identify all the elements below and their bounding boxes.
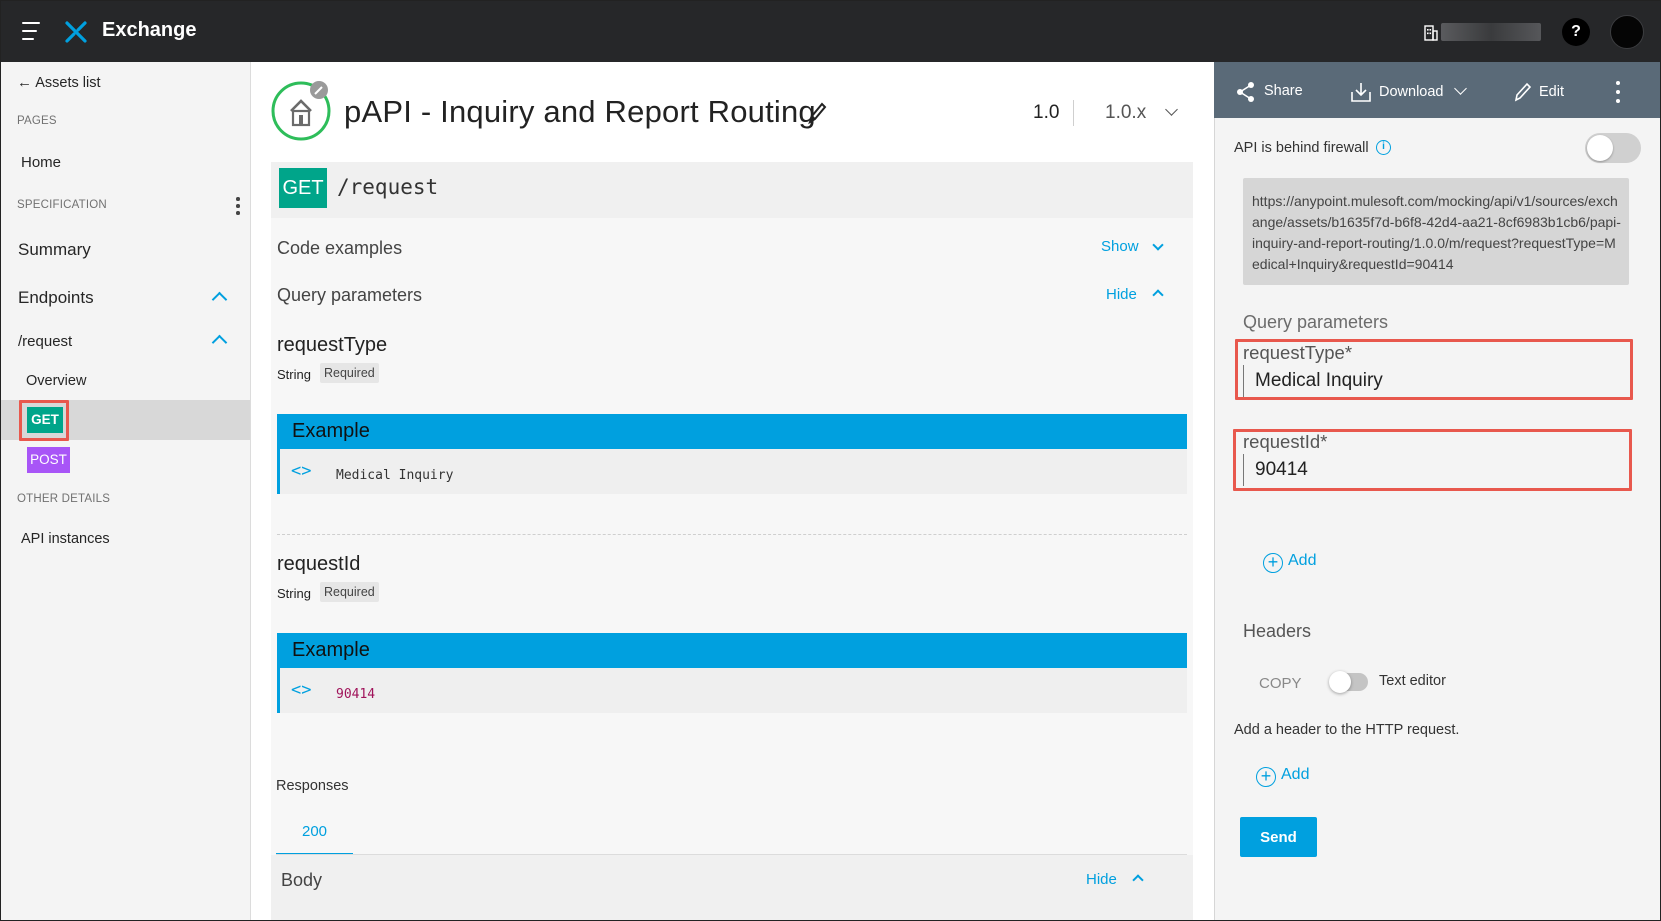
back-to-assets-link[interactable]: ← Assets list xyxy=(17,74,101,91)
share-button[interactable]: Share xyxy=(1264,83,1303,99)
share-icon[interactable] xyxy=(1236,81,1256,103)
get-highlight-box xyxy=(19,400,69,441)
request-url: https://anypoint.mulesoft.com/mocking/ap… xyxy=(1243,178,1629,285)
param-type: String xyxy=(277,367,311,382)
hamburger-menu-icon[interactable] xyxy=(22,22,44,40)
method-badge: GET xyxy=(279,168,327,208)
console-query-parameters-label: Query parameters xyxy=(1243,312,1389,332)
example-body xyxy=(277,668,1187,713)
download-icon[interactable] xyxy=(1350,81,1372,103)
sidebar-item-overview[interactable]: Overview xyxy=(26,373,86,389)
code-icon[interactable]: <> xyxy=(291,461,311,481)
plus-circle-icon: + xyxy=(1256,767,1276,787)
sidebar-item-summary[interactable]: Summary xyxy=(18,240,91,260)
request-id-highlight-box xyxy=(1233,429,1632,491)
required-badge: Required xyxy=(320,363,379,383)
headers-hint-text: Add a header to the HTTP request. xyxy=(1234,722,1460,738)
request-type-highlight-box xyxy=(1235,339,1633,400)
headers-label: Headers xyxy=(1243,621,1312,641)
body-label: Body xyxy=(281,870,323,890)
example-header: Example xyxy=(277,633,1187,668)
top-navigation-bar: Exchange ? xyxy=(1,1,1660,62)
sidebar-post-method-chip[interactable]: POST xyxy=(27,447,70,473)
divider xyxy=(277,534,1187,535)
text-editor-toggle[interactable] xyxy=(1329,671,1368,693)
specification-more-icon[interactable] xyxy=(236,197,240,215)
send-button[interactable]: Send xyxy=(1240,817,1317,857)
version-selector[interactable]: 1.0.x xyxy=(1105,102,1146,124)
param-name: requestId xyxy=(277,553,361,575)
edit-button[interactable]: Edit xyxy=(1539,84,1564,100)
show-code-examples-button[interactable]: Show xyxy=(1101,238,1139,255)
edit-pencil-icon[interactable] xyxy=(1513,81,1533,103)
add-query-parameter-button[interactable]: + Add xyxy=(1263,552,1316,573)
sidebar-item-endpoints[interactable]: Endpoints xyxy=(18,288,94,308)
example-value: 90414 xyxy=(336,687,376,702)
user-avatar[interactable] xyxy=(1610,15,1644,49)
sidebar-item-api-instances[interactable]: API instances xyxy=(21,531,110,547)
asset-title: pAPI - Inquiry and Report Routing xyxy=(344,94,816,129)
organization-icon xyxy=(1424,25,1438,41)
pages-section-title: PAGES xyxy=(17,115,57,127)
specification-section-title: SPECIFICATION xyxy=(17,199,107,211)
param-name: requestType xyxy=(277,334,388,356)
back-link-label: Assets list xyxy=(35,75,101,91)
app-window: Exchange ? ← Assets list PAGES Home SPEC… xyxy=(0,0,1661,921)
sidebar xyxy=(1,62,251,920)
code-examples-label: Code examples xyxy=(277,238,403,258)
version-divider xyxy=(1073,100,1074,126)
firewall-label: API is behind firewall xyxy=(1234,140,1369,156)
endpoint-panel xyxy=(271,162,1193,920)
endpoint-path: /request xyxy=(337,175,439,199)
arrow-left-icon: ← xyxy=(17,74,32,91)
current-version: 1.0 xyxy=(1033,102,1060,123)
copy-headers-button[interactable]: COPY xyxy=(1259,675,1302,692)
example-value: Medical Inquiry xyxy=(336,468,454,483)
help-button[interactable]: ? xyxy=(1562,18,1590,46)
add-label: Add xyxy=(1281,766,1310,783)
plus-circle-icon: + xyxy=(1263,553,1283,573)
add-label: Add xyxy=(1288,552,1317,569)
firewall-toggle[interactable] xyxy=(1585,133,1641,163)
info-icon[interactable]: i xyxy=(1376,140,1391,155)
param-type: String xyxy=(277,586,311,601)
app-title: Exchange xyxy=(102,19,197,41)
sidebar-item-home[interactable]: Home xyxy=(21,154,61,171)
download-button[interactable]: Download xyxy=(1379,84,1444,100)
exchange-logo-icon xyxy=(65,21,87,43)
code-icon[interactable]: <> xyxy=(291,680,311,700)
text-editor-label: Text editor xyxy=(1379,673,1446,689)
more-options-icon[interactable] xyxy=(1616,81,1621,103)
other-details-section-title: OTHER DETAILS xyxy=(17,493,111,505)
hide-body-button[interactable]: Hide xyxy=(1086,871,1117,888)
query-parameters-label: Query parameters xyxy=(277,285,423,305)
body-section xyxy=(271,855,1193,920)
example-header: Example xyxy=(277,414,1187,449)
required-badge: Required xyxy=(320,582,379,602)
pencil-icon[interactable] xyxy=(807,101,827,125)
sidebar-item-request-resource[interactable]: /request xyxy=(18,333,72,350)
organization-name-redacted[interactable] xyxy=(1441,23,1541,41)
hide-query-parameters-button[interactable]: Hide xyxy=(1106,286,1137,303)
add-header-button[interactable]: + Add xyxy=(1256,766,1309,787)
responses-label: Responses xyxy=(276,778,349,794)
asset-icon xyxy=(271,81,331,141)
tab-response-200[interactable]: 200 xyxy=(276,813,353,855)
